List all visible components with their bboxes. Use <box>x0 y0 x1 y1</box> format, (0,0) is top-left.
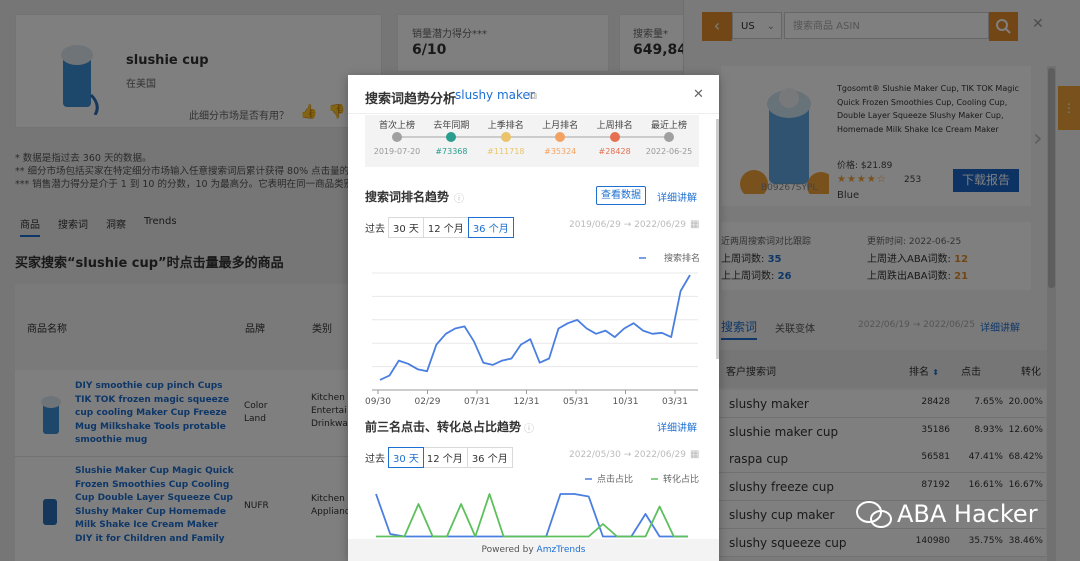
timeline-value: #73368 <box>435 147 468 156</box>
modal-scrollbar[interactable] <box>716 119 719 359</box>
range-option[interactable]: 12 个月 <box>423 448 468 467</box>
timeline-value: #28428 <box>598 147 631 156</box>
timeline-label: 去年同期 <box>433 121 470 131</box>
timeline-label: 上月排名 <box>542 121 579 131</box>
timeline-label: 首次上榜 <box>378 121 415 131</box>
wechat-icon <box>856 501 892 528</box>
timeline-dot <box>392 132 402 142</box>
x-tick-label: 03/31 <box>662 397 688 405</box>
timeline-dot <box>555 132 566 142</box>
series-line <box>379 274 691 381</box>
past-label: 过去 <box>365 224 385 235</box>
detail-link[interactable]: 详细讲解 <box>657 419 697 434</box>
range-option[interactable]: 12 个月 <box>424 218 469 237</box>
calendar-icon[interactable]: ▦ <box>690 449 699 460</box>
x-tick-label: 07/31 <box>464 397 490 405</box>
info-icon[interactable]: ⓘ <box>454 190 464 205</box>
range-option[interactable]: 30 天 <box>388 447 424 468</box>
powered-brand-link[interactable]: AmzTrends <box>537 545 586 555</box>
calendar-icon[interactable]: ▦ <box>690 219 699 230</box>
timeline-dot <box>500 132 511 142</box>
x-tick-label: 02/29 <box>415 397 441 405</box>
copy-icon[interactable]: ⧉ <box>529 89 537 103</box>
close-icon[interactable]: ✕ <box>693 87 704 102</box>
modal-keyword: slushy maker <box>455 88 535 102</box>
timeline-dot <box>664 132 674 142</box>
range-option[interactable]: 36 个月 <box>468 448 512 467</box>
range-option[interactable]: 30 天 <box>389 218 424 237</box>
timeline-value: #35324 <box>544 147 577 156</box>
timeline-label: 最近上榜 <box>650 121 687 131</box>
range-option[interactable]: 36 个月 <box>467 217 514 238</box>
modal-title: 搜索词趋势分析 <box>365 92 457 107</box>
legend-label: 搜索排名 <box>664 252 700 264</box>
divider <box>348 113 719 114</box>
timeline-label: 上季排名 <box>487 121 524 131</box>
x-tick-label: 10/31 <box>613 397 639 405</box>
timeline-dot <box>609 132 620 142</box>
series-line <box>376 493 688 538</box>
timeline-line <box>397 136 669 138</box>
rank-section-title: 搜索词排名趋势 <box>365 190 450 204</box>
x-tick-label: 09/30 <box>365 397 391 405</box>
timeline-value: 2019-07-20 <box>373 147 421 156</box>
timeline-card: 首次上榜 2019-07-20 去年同期 #73368 上季排名 #111718 上月… <box>365 115 699 167</box>
trend-modal: 搜索词趋势分析 slushy maker ⧉ ✕ 首次上榜 2019-07-20… <box>348 75 719 561</box>
detail-link[interactable]: 详细讲解 <box>657 189 697 204</box>
powered-by-footer: Powered by AmzTrends <box>348 539 719 561</box>
timeline-label: 上周排名 <box>596 121 633 131</box>
powered-prefix: Powered by <box>481 545 537 555</box>
watermark-text: ABA Hacker <box>897 500 1038 528</box>
watermark: ABA Hacker <box>855 498 1055 534</box>
x-tick-label: 05/31 <box>563 397 589 405</box>
rank-range-toggle: 30 天 12 个月 36 个月 <box>388 217 514 238</box>
view-data-button[interactable]: 查看数据 <box>596 186 646 205</box>
timeline-value: 2022-06-25 <box>645 147 693 156</box>
top3-date-range: 2022/05/30 → 2022/06/29 <box>569 450 687 460</box>
rank-date-range: 2019/06/29 → 2022/06/29 <box>569 220 687 230</box>
top3-trend-chart: 点击占比 转化占比 <box>375 473 699 538</box>
past-label: 过去 <box>365 454 385 465</box>
legend-label: 点击占比 <box>597 473 633 485</box>
legend-label: 转化占比 <box>663 473 699 485</box>
timeline-value: #111718 <box>487 147 525 156</box>
info-icon[interactable]: ⓘ <box>524 420 534 435</box>
top3-section-title: 前三名点击、转化总占比趋势 <box>365 420 522 434</box>
timeline-dot <box>446 132 457 142</box>
rank-trend-chart: 搜索排名 09/30 02/29 07/31 12/31 05/31 10/31 03/31 <box>365 252 700 405</box>
x-tick-label: 12/31 <box>514 397 540 405</box>
top3-range-toggle: 30 天 12 个月 36 个月 <box>388 447 513 468</box>
